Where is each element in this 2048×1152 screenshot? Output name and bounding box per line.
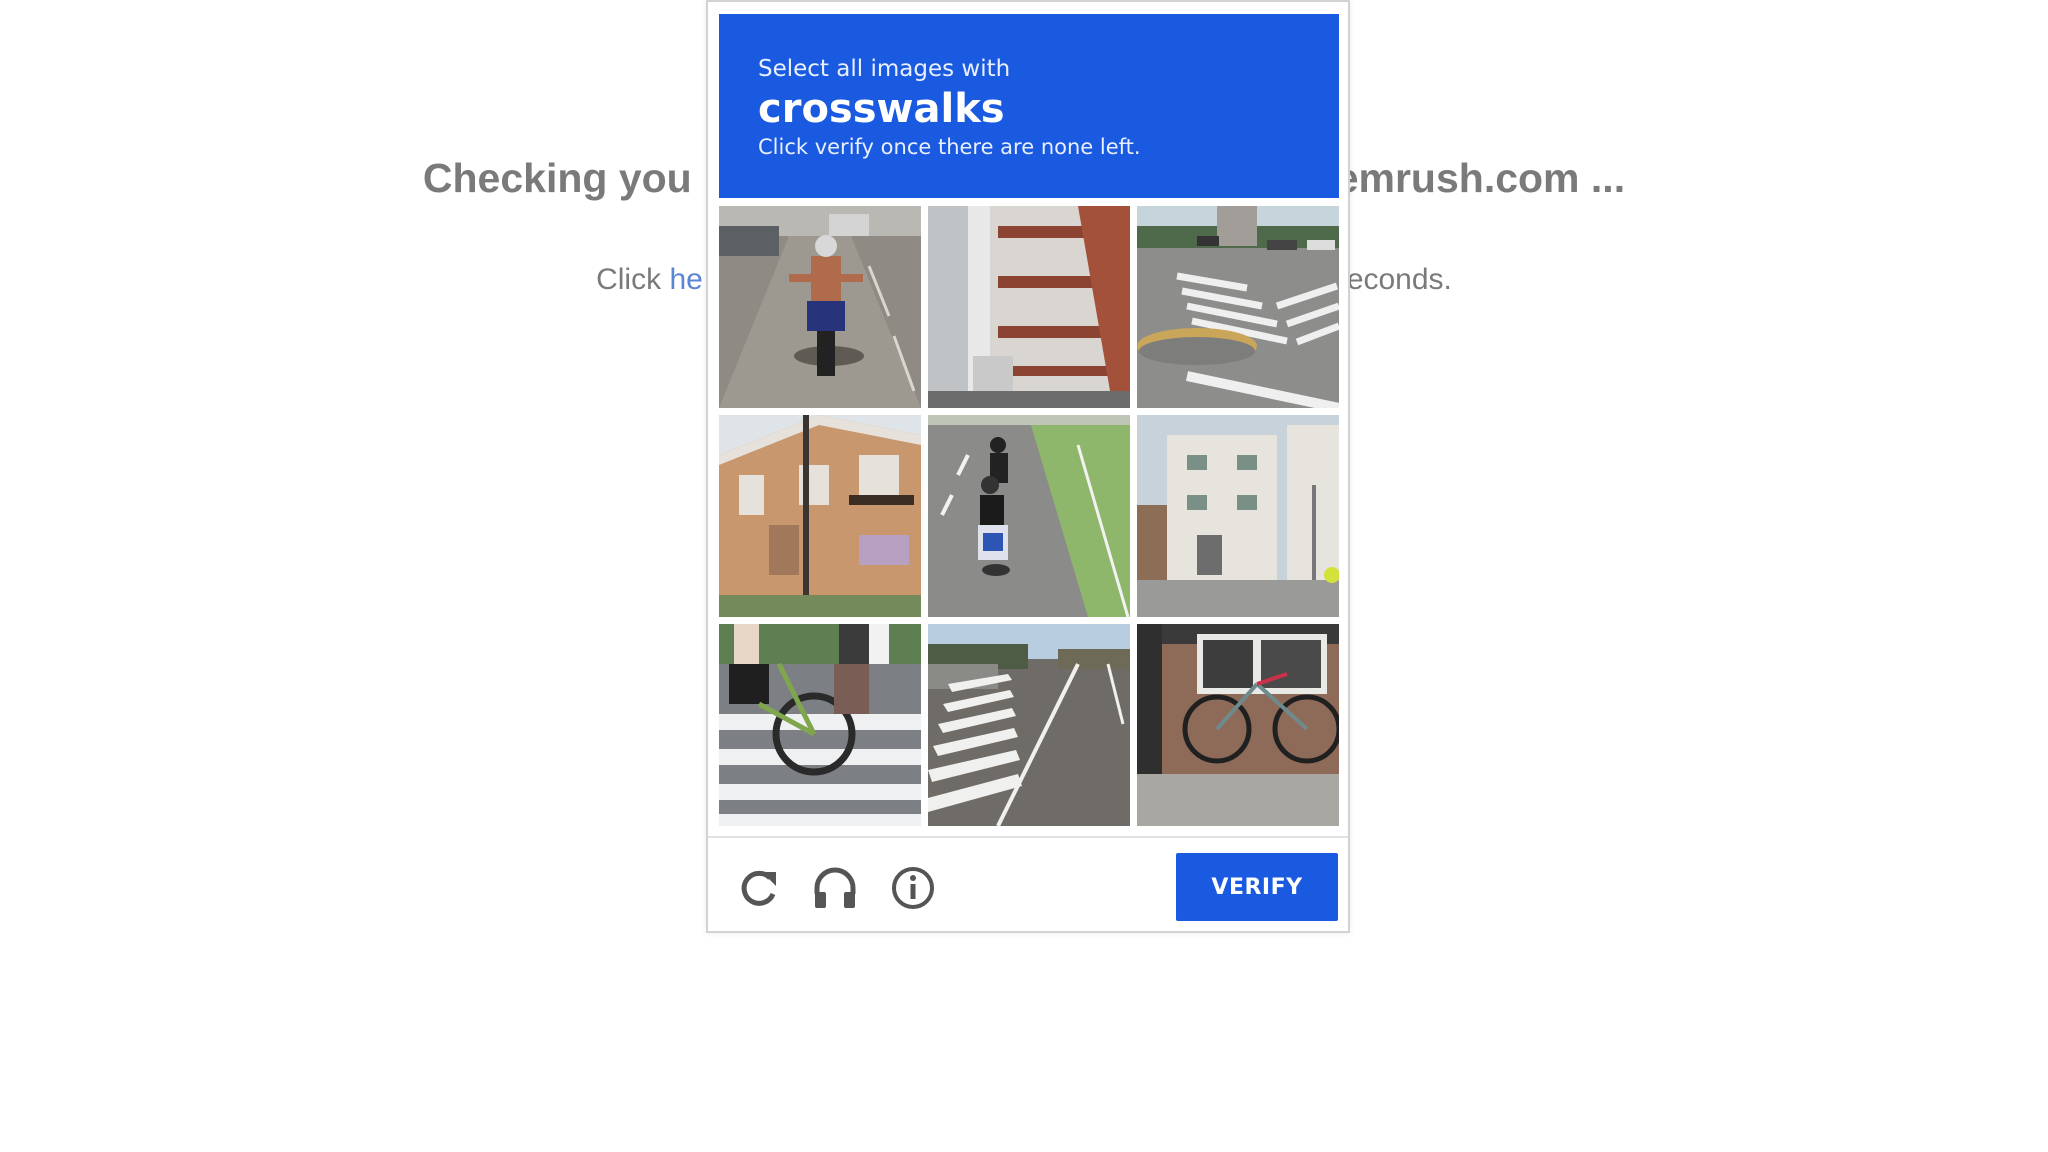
- image-tile-motorcycle-rider[interactable]: [719, 206, 921, 408]
- verify-button[interactable]: VERIFY: [1176, 853, 1338, 921]
- tile-image: [1137, 624, 1339, 826]
- tile-image: [719, 624, 921, 826]
- heading-right: emrush.com ...: [1335, 155, 1626, 201]
- tile-image: [1137, 415, 1339, 617]
- tile-image: [928, 415, 1130, 617]
- image-tile-intersection[interactable]: [1137, 206, 1339, 408]
- info-icon[interactable]: [889, 864, 937, 912]
- subtext-prefix: Click: [596, 263, 670, 296]
- captcha-instruction: Select all images with: [758, 56, 1011, 82]
- here-link[interactable]: he: [669, 263, 702, 296]
- tile-image: [1137, 206, 1339, 408]
- image-tile-road-crosswalk[interactable]: [928, 624, 1130, 826]
- tile-image: [719, 415, 921, 617]
- image-tile-railing[interactable]: [928, 206, 1130, 408]
- tile-image: [928, 624, 1130, 826]
- captcha-hint: Click verify once there are none left.: [758, 135, 1141, 159]
- subtext-suffix: econds.: [1346, 263, 1452, 296]
- headphones-icon[interactable]: [811, 864, 859, 912]
- heading-left: Checking you: [422, 155, 692, 201]
- captcha-target: crosswalks: [758, 86, 1005, 132]
- captcha-dialog: Select all images with crosswalks Click …: [706, 0, 1350, 933]
- page: Checking you emrush.com ... Click he econd…: [0, 0, 2048, 1152]
- image-grid: [719, 206, 1339, 826]
- image-tile-bicycle-crosswalk[interactable]: [719, 624, 921, 826]
- captcha-header: Select all images with crosswalks Click …: [719, 14, 1339, 198]
- image-tile-apartment[interactable]: [719, 415, 921, 617]
- footer-divider: [708, 836, 1348, 838]
- image-tile-motorcycles-road[interactable]: [928, 415, 1130, 617]
- reload-icon[interactable]: [734, 864, 782, 912]
- image-tile-white-building[interactable]: [1137, 415, 1339, 617]
- image-tile-parked-bicycle[interactable]: [1137, 624, 1339, 826]
- tile-image: [719, 206, 921, 408]
- tile-image: [928, 206, 1130, 408]
